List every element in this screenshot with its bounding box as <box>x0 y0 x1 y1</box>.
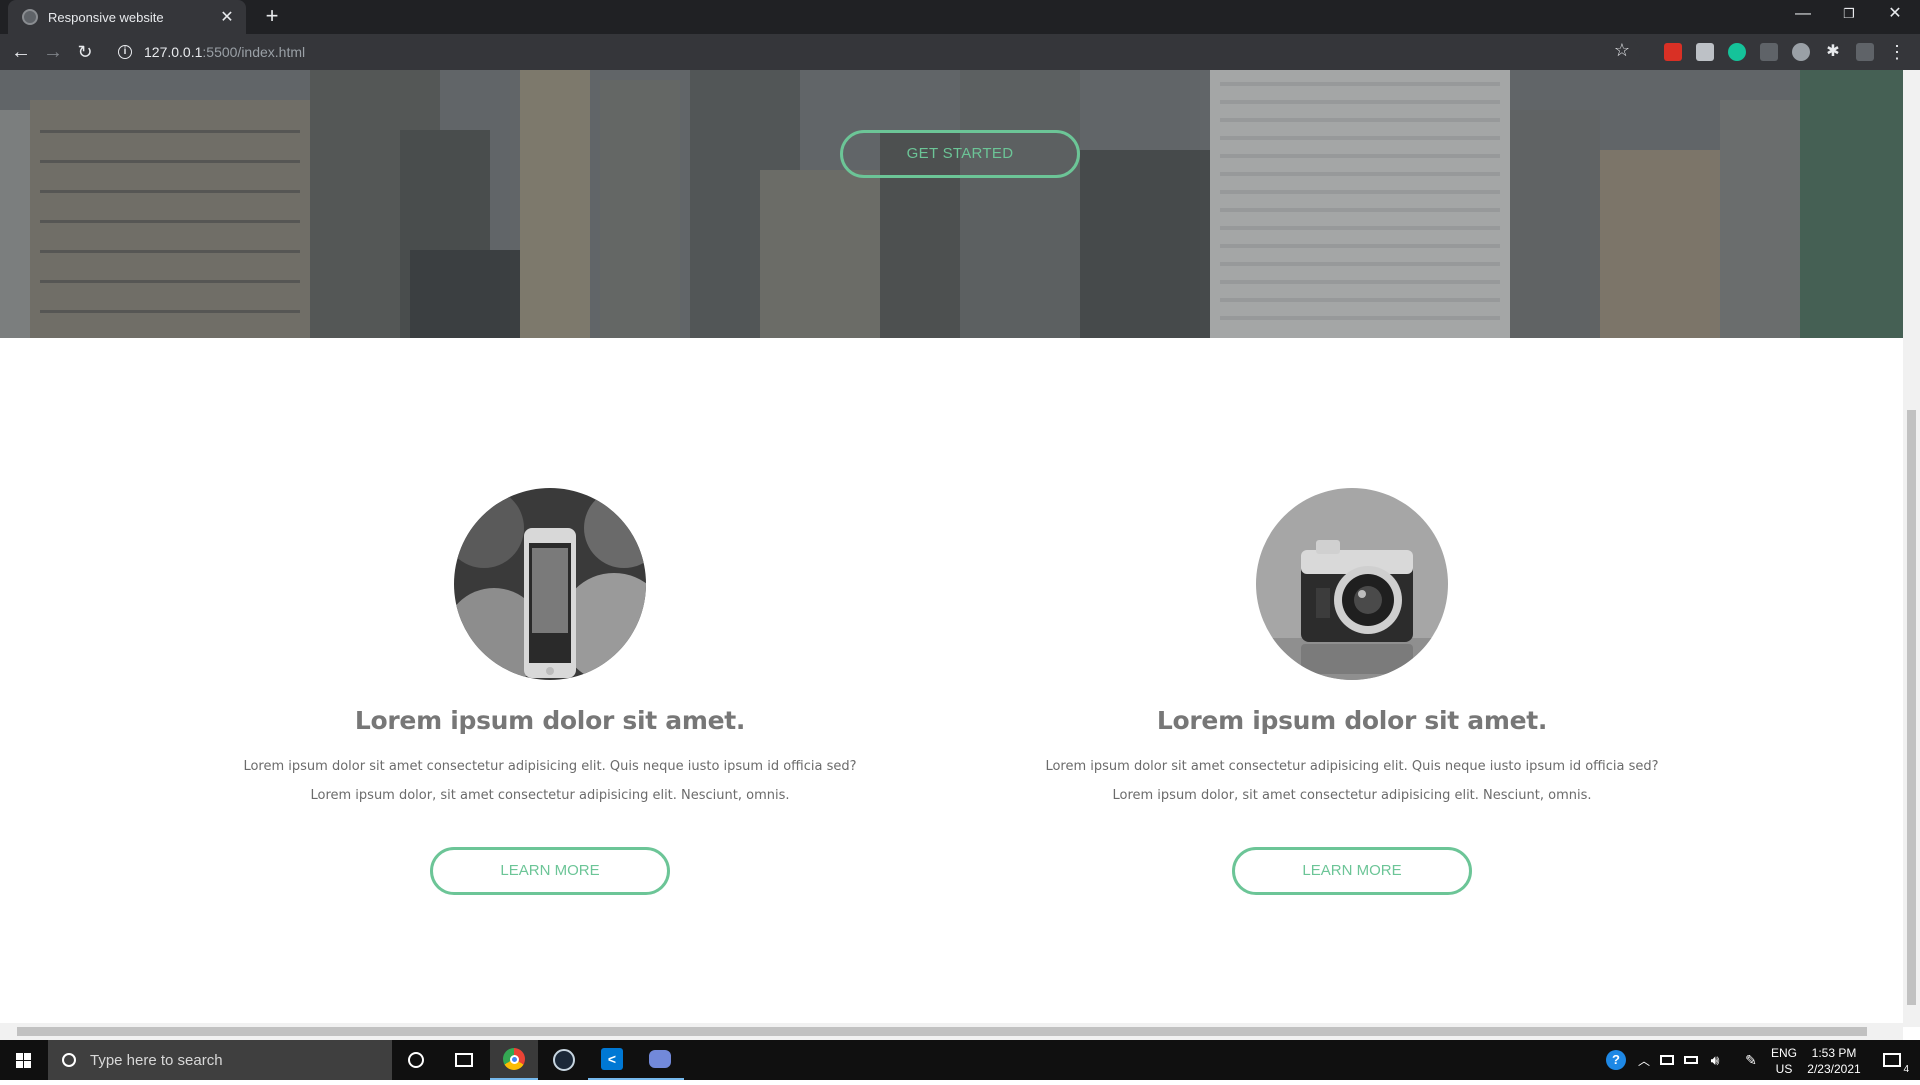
clock-date: 2/23/2021 <box>1807 1062 1861 1076</box>
language-indicator[interactable]: ENG US <box>1766 1045 1802 1077</box>
vertical-scroll-thumb[interactable] <box>1907 410 1916 1005</box>
search-placeholder: Type here to search <box>90 1051 223 1069</box>
reload-icon[interactable]: ↻ <box>72 39 98 65</box>
hero-section: GET STARTED <box>0 70 1903 338</box>
chevron-up-icon[interactable]: ︿ <box>1634 1040 1654 1080</box>
learn-more-button[interactable]: LEARN MORE <box>430 847 670 895</box>
browser-toolbar: ← → ↻ i 127.0.0.1:5500/index.html ☆ ✱ ⋮ <box>0 34 1920 70</box>
pen-icon[interactable]: ✎ <box>1740 1040 1762 1080</box>
info-icon[interactable]: i <box>118 45 132 59</box>
hero-overlay <box>0 70 1903 338</box>
horizontal-scrollbar[interactable] <box>0 1023 1903 1040</box>
help-icon[interactable]: ? <box>1600 1040 1632 1080</box>
feature-text: Lorem ipsum dolor, sit amet consectetur … <box>310 788 790 803</box>
phone-photo-image <box>454 488 646 680</box>
windows-logo-icon <box>16 1053 31 1068</box>
close-tab-icon[interactable]: ✕ <box>218 7 236 27</box>
learn-more-button[interactable]: LEARN MORE <box>1232 847 1472 895</box>
grammarly-icon[interactable] <box>1728 43 1746 61</box>
forward-icon[interactable]: → <box>40 39 66 65</box>
volume-icon[interactable]: 🔊︎ <box>1704 1040 1726 1080</box>
extension-red-icon[interactable] <box>1664 43 1682 61</box>
feature-text: Lorem ipsum dolor, sit amet consectetur … <box>1112 788 1592 803</box>
horizontal-scroll-thumb[interactable] <box>17 1027 1867 1036</box>
extensions-puzzle-icon[interactable]: ✱ <box>1824 43 1842 61</box>
tab-title: Responsive website <box>48 9 164 25</box>
address-bar[interactable]: i 127.0.0.1:5500/index.html ☆ <box>110 38 1640 66</box>
feature-card: Lorem ipsum dolor sit amet. Lorem ipsum … <box>972 488 1732 895</box>
back-icon[interactable]: ← <box>8 39 34 65</box>
extension-gray-icon[interactable] <box>1696 43 1714 61</box>
language-code: ENG <box>1770 1046 1797 1060</box>
region-code: US <box>1775 1062 1793 1076</box>
close-window-button[interactable]: ✕ <box>1872 0 1918 30</box>
minimize-button[interactable]: — <box>1780 0 1826 30</box>
new-tab-button[interactable]: + <box>260 5 284 29</box>
feature-card: Lorem ipsum dolor sit amet. Lorem ipsum … <box>170 488 930 895</box>
url-host: 127.0.0.1 <box>144 44 203 60</box>
camera-photo-image <box>1256 488 1448 680</box>
get-started-button[interactable]: GET STARTED <box>840 130 1080 178</box>
task-view-icon[interactable] <box>440 1040 488 1080</box>
vscode-taskbar-icon[interactable]: < <box>588 1040 636 1080</box>
extension-pen-icon[interactable] <box>1760 43 1778 61</box>
windows-taskbar: Type here to search < ? ︿ 🔊︎ ✎ ENG US 1:… <box>0 1040 1920 1080</box>
notification-count: 4 <box>1903 1064 1909 1075</box>
feature-title: Lorem ipsum dolor sit amet. <box>354 706 746 735</box>
chrome-taskbar-icon[interactable] <box>490 1040 538 1080</box>
browser-tab-strip: Responsive website ✕ + — ❐ ✕ <box>0 0 1920 34</box>
discord-taskbar-icon[interactable] <box>636 1040 684 1080</box>
restore-button[interactable]: ❐ <box>1826 0 1872 30</box>
browser-tab[interactable]: Responsive website ✕ <box>8 0 246 34</box>
action-center-icon[interactable]: 4 <box>1872 1040 1912 1080</box>
browser-menu-icon[interactable]: ⋮ <box>1888 43 1906 61</box>
url-path: :5500/index.html <box>202 44 306 60</box>
windows-start-button[interactable] <box>0 1040 48 1080</box>
feature-text: Lorem ipsum dolor sit amet consectetur a… <box>1045 759 1659 774</box>
clock[interactable]: 1:53 PM 2/23/2021 <box>1800 1045 1868 1077</box>
profile-avatar[interactable] <box>1856 43 1874 61</box>
clock-time: 1:53 PM <box>1811 1046 1857 1060</box>
search-icon <box>62 1053 76 1067</box>
feature-text: Lorem ipsum dolor sit amet consectetur a… <box>243 759 857 774</box>
battery-icon[interactable] <box>1680 1040 1702 1080</box>
bookmark-star-icon[interactable]: ☆ <box>1614 40 1630 61</box>
page-viewport: GET STARTED Lorem ipsum dolor sit amet. … <box>0 70 1903 1027</box>
taskbar-search-box[interactable]: Type here to search <box>48 1040 392 1080</box>
extension-circle-icon[interactable] <box>1792 43 1810 61</box>
feature-title: Lorem ipsum dolor sit amet. <box>1156 706 1548 735</box>
globe-icon <box>22 9 38 25</box>
vertical-scrollbar[interactable] <box>1903 70 1920 1027</box>
cortana-icon[interactable] <box>392 1040 440 1080</box>
steam-taskbar-icon[interactable] <box>540 1040 588 1080</box>
network-icon[interactable] <box>1656 1040 1678 1080</box>
